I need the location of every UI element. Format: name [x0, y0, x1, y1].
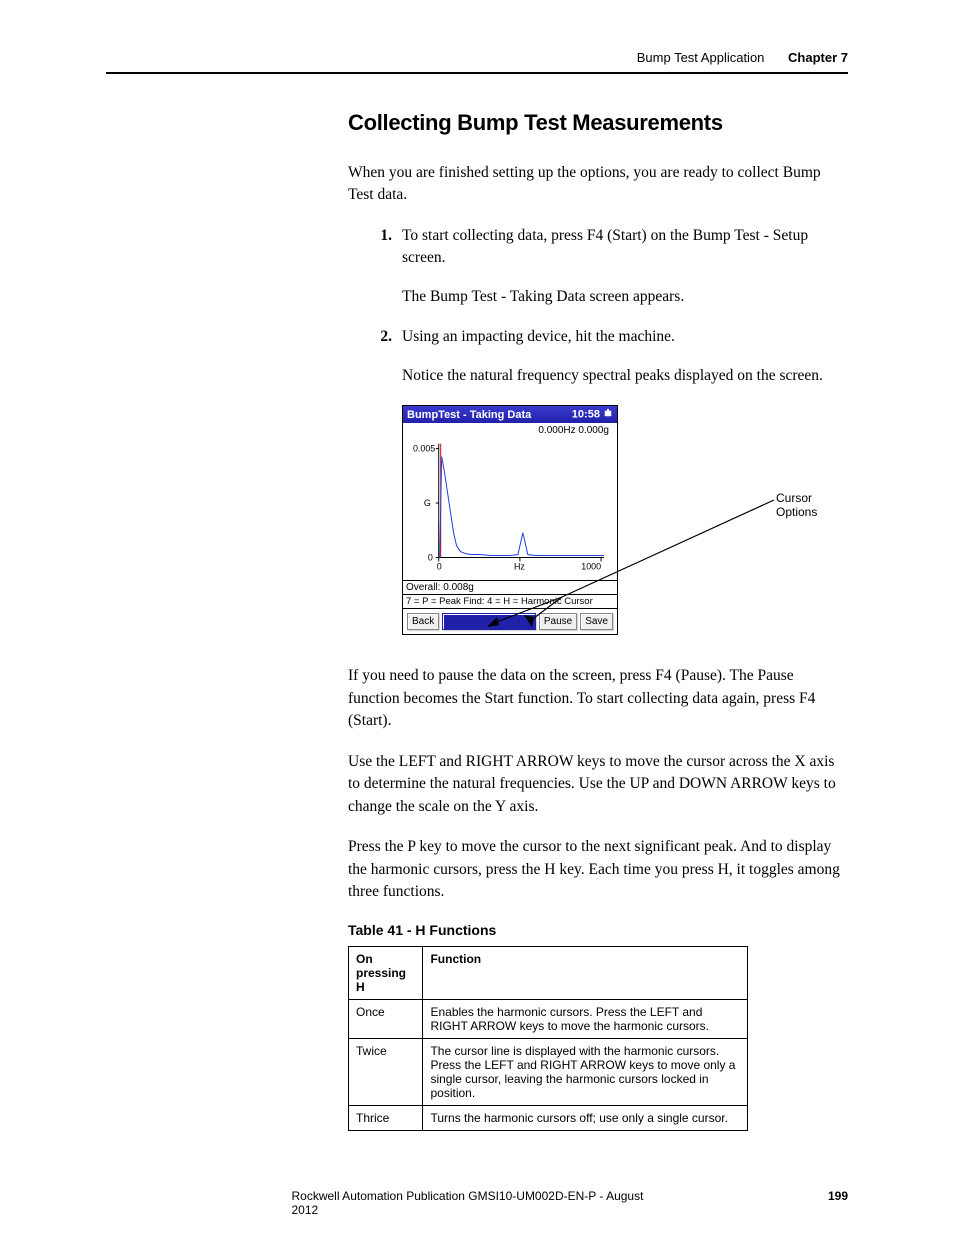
ylabel-mid: G	[424, 498, 431, 508]
paragraph-arrows: Use the LEFT and RIGHT ARROW keys to mov…	[348, 751, 848, 818]
footer-page-number: 199	[828, 1189, 848, 1203]
table-header-row: On pressing H Function	[349, 946, 748, 999]
xlabel-left: 0	[437, 562, 442, 572]
table-row: Thrice Turns the harmonic cursors off; u…	[349, 1105, 748, 1130]
paragraph-pkey: Press the P key to move the cursor to th…	[348, 836, 848, 903]
step-number: 2.	[368, 326, 392, 348]
table-head-col2: Function	[423, 946, 748, 999]
header-rule	[106, 72, 848, 74]
xlabel-right: 1000	[581, 562, 601, 572]
back-button[interactable]: Back	[407, 613, 439, 630]
device-figure: BumpTest - Taking Data 10:58 0.000Hz 0.0…	[402, 405, 848, 635]
step-text: Using an impacting device, hit the machi…	[402, 326, 848, 348]
step-2-sub: Notice the natural frequency spectral pe…	[402, 365, 848, 387]
table-cell: The cursor line is displayed with the ha…	[423, 1038, 748, 1105]
device-plot: 0.005 G 0 0 Hz 1000	[411, 438, 609, 578]
battery-icon	[603, 408, 613, 421]
ylabel-bot: 0	[428, 553, 433, 563]
device-overall: Overall: 0.008g	[403, 580, 617, 595]
step-1-sub: The Bump Test - Taking Data screen appea…	[402, 286, 848, 308]
step-number: 1.	[368, 225, 392, 270]
table-cell: Enables the harmonic cursors. Press the …	[423, 999, 748, 1038]
intro-paragraph: When you are finished setting up the opt…	[348, 162, 848, 207]
device-hint: 7 = P = Peak Find: 4 = H = Harmonic Curs…	[403, 595, 617, 609]
step-1: 1. To start collecting data, press F4 (S…	[368, 225, 848, 270]
table-cell: Once	[349, 999, 423, 1038]
xlabel-mid: Hz	[514, 562, 525, 572]
table-head-col1: On pressing H	[349, 946, 423, 999]
footer-publication: Rockwell Automation Publication GMSI10-U…	[292, 1189, 663, 1217]
paragraph-pause: If you need to pause the data on the scr…	[348, 665, 848, 732]
device-readout: 0.000Hz 0.000g	[403, 423, 617, 436]
table-row: Twice The cursor line is displayed with …	[349, 1038, 748, 1105]
pause-button[interactable]: Pause	[539, 613, 577, 630]
page-footer: Rockwell Automation Publication GMSI10-U…	[106, 1189, 848, 1203]
step-text: To start collecting data, press F4 (Star…	[402, 225, 848, 270]
save-button[interactable]: Save	[580, 613, 613, 630]
step-2: 2. Using an impacting device, hit the ma…	[368, 326, 848, 348]
h-functions-table: On pressing H Function Once Enables the …	[348, 946, 748, 1131]
device-screen: BumpTest - Taking Data 10:58 0.000Hz 0.0…	[402, 405, 618, 635]
device-title-bar: BumpTest - Taking Data 10:58	[403, 406, 617, 423]
header-section: Bump Test Application	[637, 50, 765, 65]
device-clock: 10:58	[572, 409, 600, 421]
table-cell: Twice	[349, 1038, 423, 1105]
blank-button	[442, 613, 536, 630]
device-button-row: Back Pause Save	[403, 609, 617, 634]
header-chapter: Chapter 7	[788, 50, 848, 65]
page-header: Bump Test Application Chapter 7	[637, 50, 848, 65]
table-title: Table 41 - H Functions	[348, 922, 848, 938]
callout-cursor-options: Cursor Options	[776, 491, 848, 519]
table-cell: Turns the harmonic cursors off; use only…	[423, 1105, 748, 1130]
table-row: Once Enables the harmonic cursors. Press…	[349, 999, 748, 1038]
device-title: BumpTest - Taking Data	[407, 409, 531, 421]
ylabel-top: 0.005	[413, 444, 435, 454]
table-cell: Thrice	[349, 1105, 423, 1130]
section-heading: Collecting Bump Test Measurements	[348, 110, 848, 136]
